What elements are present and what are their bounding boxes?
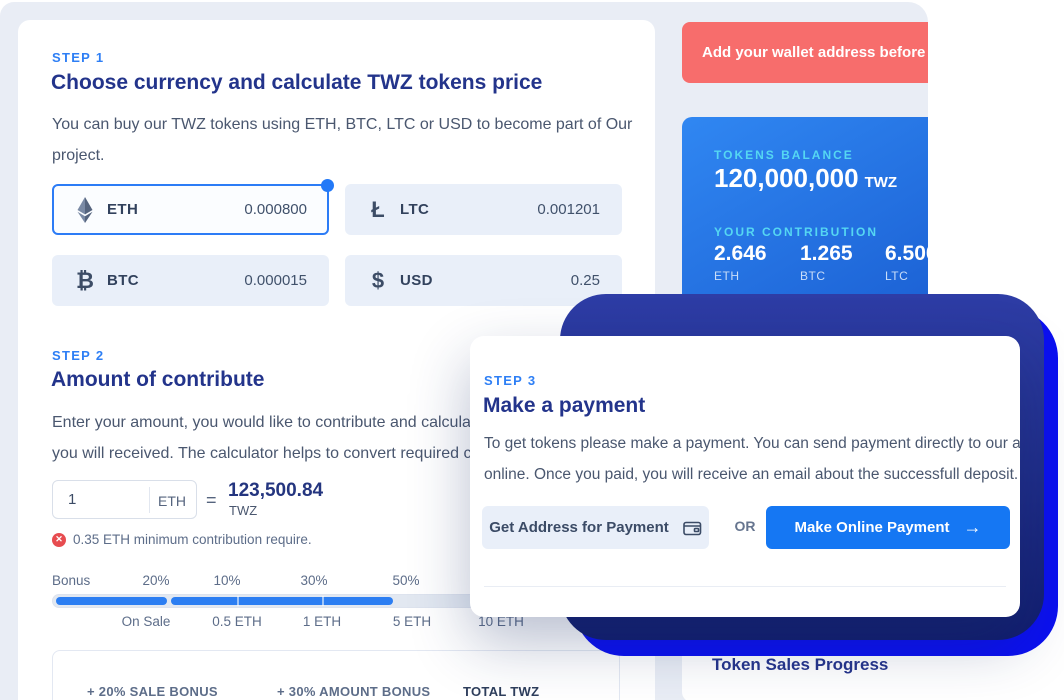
alert-message: Add your wallet address before buy <box>702 44 928 61</box>
bonus-percent: 50% <box>392 573 419 588</box>
step1-title: Choose currency and calculate TWZ tokens… <box>51 71 542 95</box>
total-twz-label: TOTAL TWZ <box>463 684 539 699</box>
step3-description: To get tokens please make a payment. You… <box>484 428 1020 490</box>
payment-card: STEP 3 Make a payment To get tokens plea… <box>470 336 1020 617</box>
step2-title: Amount of contribute <box>51 368 264 392</box>
scale-label: On Sale <box>122 614 171 629</box>
equals-sign: = <box>206 490 217 511</box>
progress-tick <box>237 596 239 606</box>
contribution-btc: 1.265 BTC <box>800 242 853 283</box>
currency-rate: 0.000800 <box>244 201 307 218</box>
sale-bonus-label: + 20% SALE BONUS <box>87 684 218 699</box>
scale-label: 1 ETH <box>303 614 341 629</box>
bonus-percent: 10% <box>213 573 240 588</box>
wallet-alert-banner[interactable]: Add your wallet address before buy <box>682 22 928 83</box>
get-address-button[interactable]: Get Address for Payment <box>482 506 709 549</box>
currency-tile-btc[interactable]: ₿ BTC 0.000015 <box>52 255 329 306</box>
bonus-summary-box: + 20% SALE BONUS + 30% AMOUNT BONUS TOTA… <box>52 650 620 700</box>
currency-code: LTC <box>400 201 429 218</box>
step1-label: STEP 1 <box>52 50 104 65</box>
input-divider <box>149 487 150 513</box>
amount-bonus-label: + 30% AMOUNT BONUS <box>277 684 430 699</box>
currency-rate: 0.001201 <box>537 201 600 218</box>
make-online-payment-button[interactable]: Make Online Payment → <box>766 506 1010 549</box>
bitcoin-icon: ₿ <box>74 268 96 294</box>
progress-tick <box>322 596 324 606</box>
tokens-balance-label: TOKENS BALANCE <box>714 148 854 162</box>
currency-rate: 0.000015 <box>244 272 307 289</box>
wallet-icon <box>683 520 702 536</box>
scale-label: 0.5 ETH <box>212 614 262 629</box>
validation-error: ✕ 0.35 ETH minimum contribution require. <box>52 532 312 547</box>
app-canvas: STEP 1 Choose currency and calculate TWZ… <box>0 0 1064 700</box>
result-value: 123,500.84 <box>228 480 323 502</box>
error-icon: ✕ <box>52 533 66 547</box>
ethereum-icon <box>74 197 96 223</box>
step2-label: STEP 2 <box>52 348 104 363</box>
or-separator: OR <box>735 518 756 534</box>
step3-label: STEP 3 <box>484 373 536 388</box>
result-unit: TWZ <box>229 503 257 518</box>
progress-segment <box>171 597 393 605</box>
dollar-icon: $ <box>367 268 389 294</box>
currency-code: ETH <box>107 201 138 218</box>
arrow-right-icon: → <box>964 517 982 538</box>
progress-segment <box>56 597 167 605</box>
step3-title: Make a payment <box>483 394 645 418</box>
currency-rate: 0.25 <box>571 272 600 289</box>
sales-progress-title: Token Sales Progress <box>712 655 888 675</box>
currency-tile-ltc[interactable]: Ł LTC 0.001201 <box>345 184 622 235</box>
litecoin-icon: Ł <box>367 197 389 223</box>
currency-code: USD <box>400 272 433 289</box>
bonus-percent: 20% <box>142 573 169 588</box>
step2-description: Enter your amount, you would like to con… <box>52 407 486 469</box>
error-message: 0.35 ETH minimum contribution require. <box>73 532 312 547</box>
selected-indicator-dot <box>321 179 334 192</box>
bonus-percent: 30% <box>300 573 327 588</box>
tokens-balance-amount: 120,000,000TWZ <box>714 163 897 194</box>
bonus-row-title: Bonus <box>52 573 90 588</box>
card-divider <box>484 586 1006 587</box>
step1-description: You can buy our TWZ tokens using ETH, BT… <box>52 109 632 171</box>
tokens-balance-card: TOKENS BALANCE 120,000,000TWZ YOUR CONTR… <box>682 117 928 309</box>
currency-code: BTC <box>107 272 139 289</box>
contribution-ltc: 6.500 LTC <box>885 242 928 283</box>
amount-unit-label: ETH <box>158 493 186 509</box>
currency-tile-usd[interactable]: $ USD 0.25 <box>345 255 622 306</box>
currency-tile-eth[interactable]: ETH 0.000800 <box>52 184 329 235</box>
scale-label: 5 ETH <box>393 614 431 629</box>
contribution-eth: 2.646 ETH <box>714 242 767 283</box>
contribution-label: YOUR CONTRIBUTION <box>714 225 878 239</box>
